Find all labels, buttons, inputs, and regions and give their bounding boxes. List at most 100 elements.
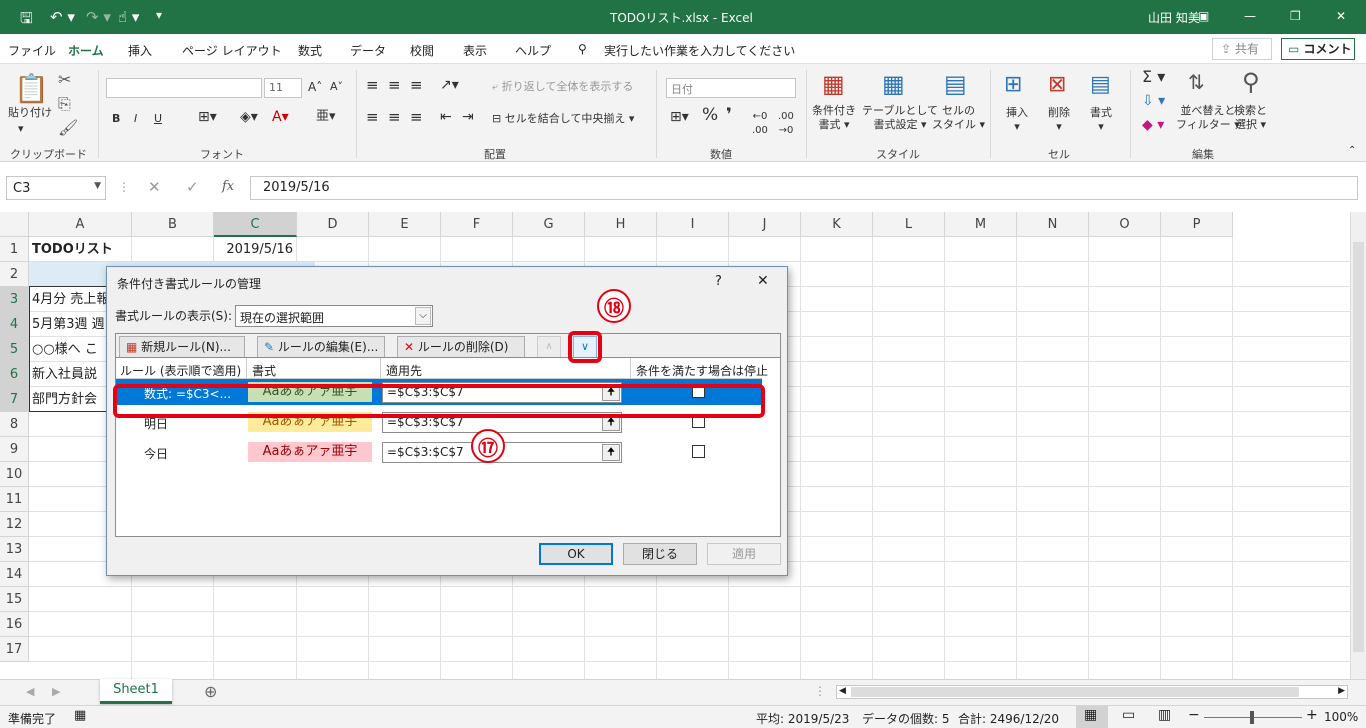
zoom-level[interactable]: 100% bbox=[1324, 710, 1358, 724]
tab-insert[interactable]: 挿入 bbox=[128, 42, 152, 59]
apply-button[interactable]: 適用 bbox=[707, 543, 781, 565]
insert-cells-button[interactable]: 挿入 ▾ bbox=[1006, 106, 1028, 134]
increase-indent-icon[interactable]: ⇥ bbox=[462, 110, 474, 124]
edit-rule-button[interactable]: ✎ ルールの編集(E)... bbox=[257, 336, 385, 358]
format-cells-button[interactable]: 書式 ▾ bbox=[1090, 106, 1112, 134]
column-header-j[interactable]: J bbox=[729, 212, 801, 237]
select-all-corner[interactable] bbox=[0, 212, 29, 237]
merge-center-button[interactable]: ⊟ セルを結合して中央揃え ▾ bbox=[492, 112, 634, 126]
tab-view[interactable]: 表示 bbox=[463, 42, 487, 59]
align-middle-icon[interactable]: ≡ bbox=[388, 78, 401, 93]
insert-cells-icon[interactable]: ⊞ bbox=[1004, 72, 1022, 97]
row-header-1[interactable]: 1 bbox=[0, 237, 29, 262]
format-as-table-button[interactable]: テーブルとして 書式設定 ▾ bbox=[862, 104, 938, 132]
align-right-icon[interactable]: ≡ bbox=[410, 110, 423, 125]
page-break-view-icon[interactable]: ▥ bbox=[1158, 707, 1171, 723]
align-bottom-icon[interactable]: ≡ bbox=[410, 78, 423, 93]
tab-help[interactable]: ヘルプ bbox=[515, 42, 551, 59]
name-box-dropdown-icon[interactable]: ▼ bbox=[94, 181, 101, 191]
cell-c1[interactable]: 2019/5/16 bbox=[214, 237, 293, 262]
row-header-9[interactable]: 9 bbox=[0, 437, 29, 462]
formula-input[interactable]: 2019/5/16 bbox=[250, 176, 1358, 200]
column-header-h[interactable]: H bbox=[585, 212, 657, 237]
fill-color-icon[interactable]: ◈▾ bbox=[240, 110, 258, 124]
ribbon-display-options-icon[interactable]: ▣ bbox=[1198, 9, 1209, 23]
move-up-button[interactable]: ∧ bbox=[537, 336, 561, 358]
row-header-6[interactable]: 6 bbox=[0, 362, 29, 387]
column-header-k[interactable]: K bbox=[801, 212, 873, 237]
column-header-l[interactable]: L bbox=[873, 212, 945, 237]
increase-font-icon[interactable]: A˄ bbox=[308, 80, 322, 94]
column-header-i[interactable]: I bbox=[657, 212, 729, 237]
new-rule-button[interactable]: ▦ 新規ルール(N)... bbox=[119, 336, 245, 358]
paste-dropdown-icon[interactable]: ▾ bbox=[18, 122, 24, 136]
row-header-5[interactable]: 5 bbox=[0, 337, 29, 362]
name-box[interactable]: C3 ▼ bbox=[6, 176, 106, 200]
cell-a1[interactable]: TODOリスト bbox=[29, 237, 149, 262]
comments-button[interactable]: ▭ コメント bbox=[1281, 38, 1355, 60]
save-icon[interactable]: 🖫 bbox=[20, 8, 33, 33]
rule-row[interactable]: 今日 Aaあぁアァ亜宇 =$C$3:$C$7 🠉 bbox=[116, 439, 762, 465]
dialog-help-button[interactable]: ? bbox=[715, 274, 722, 289]
delete-rule-button[interactable]: ✕ ルールの削除(D) bbox=[397, 336, 525, 358]
vertical-scrollbar[interactable] bbox=[1350, 212, 1366, 679]
comma-style-icon[interactable]: ❜ bbox=[726, 107, 732, 124]
range-select-icon[interactable]: 🠉 bbox=[602, 444, 620, 461]
format-painter-icon[interactable]: 🖌 bbox=[58, 118, 78, 137]
scroll-tabs-left-icon[interactable]: ◀ bbox=[26, 685, 34, 698]
restore-icon[interactable]: ❐ bbox=[1290, 9, 1301, 23]
scroll-tabs-right-icon[interactable]: ▶ bbox=[52, 685, 60, 698]
sheet-tab[interactable]: Sheet1 bbox=[100, 679, 172, 704]
tell-me-input[interactable]: 実行したい作業を入力してください bbox=[604, 42, 795, 59]
horizontal-scroll-thumb[interactable] bbox=[851, 687, 1299, 697]
customize-quick-access-icon[interactable]: ▾ bbox=[156, 8, 162, 22]
vertical-scroll-thumb[interactable] bbox=[1353, 242, 1364, 652]
phonetic-icon[interactable]: 亜▾ bbox=[316, 110, 336, 124]
collapse-ribbon-icon[interactable]: ⌃ bbox=[1348, 144, 1356, 158]
decrease-font-icon[interactable]: A˅ bbox=[330, 80, 343, 94]
underline-button[interactable]: U bbox=[154, 112, 162, 126]
zoom-in-icon[interactable]: + bbox=[1306, 707, 1318, 723]
bold-button[interactable]: B bbox=[112, 112, 120, 126]
tab-file[interactable]: ファイル bbox=[8, 42, 56, 59]
increase-decimal-icon[interactable]: ←0.00 bbox=[752, 110, 768, 138]
row-header-7[interactable]: 7 bbox=[0, 387, 29, 412]
orientation-icon[interactable]: ↗▾ bbox=[440, 78, 459, 92]
row-header-16[interactable]: 16 bbox=[0, 612, 29, 637]
new-sheet-icon[interactable]: ⊕ bbox=[204, 682, 217, 701]
horizontal-scrollbar[interactable]: ◀ ▶ bbox=[836, 685, 1348, 699]
cancel-icon[interactable]: ✕ bbox=[148, 178, 161, 196]
column-header-g[interactable]: G bbox=[513, 212, 585, 237]
normal-view-icon[interactable]: ▦ bbox=[1084, 707, 1097, 723]
delete-cells-icon[interactable]: ⊠ bbox=[1048, 72, 1066, 97]
wrap-text-button[interactable]: ⤶ 折り返して全体を表示する bbox=[492, 80, 633, 94]
decrease-decimal-icon[interactable]: .00 →0 bbox=[778, 110, 794, 138]
delete-cells-button[interactable]: 削除 ▾ bbox=[1048, 106, 1070, 134]
column-header-f[interactable]: F bbox=[441, 212, 513, 237]
column-header-m[interactable]: M bbox=[945, 212, 1017, 237]
accounting-format-icon[interactable]: ⊞▾ bbox=[670, 110, 689, 124]
font-name-combo[interactable] bbox=[106, 78, 262, 98]
tab-page-layout[interactable]: ページ レイアウト bbox=[182, 42, 282, 59]
page-layout-view-icon[interactable]: ▭ bbox=[1122, 707, 1135, 723]
borders-icon[interactable]: ⊞▾ bbox=[198, 110, 217, 124]
column-header-n[interactable]: N bbox=[1017, 212, 1089, 237]
align-top-icon[interactable]: ≡ bbox=[366, 78, 379, 93]
row-header-14[interactable]: 14 bbox=[0, 562, 29, 587]
fill-icon[interactable]: ⇩ ▾ bbox=[1142, 94, 1165, 108]
touch-mode-icon[interactable]: ☝ ▾ bbox=[118, 8, 139, 26]
align-center-icon[interactable]: ≡ bbox=[388, 110, 401, 125]
column-header-a[interactable]: A bbox=[29, 212, 132, 237]
column-header-b[interactable]: B bbox=[132, 212, 214, 237]
show-rules-dropdown-icon[interactable]: ⌵ bbox=[415, 307, 431, 325]
row-header-10[interactable]: 10 bbox=[0, 462, 29, 487]
copy-icon[interactable]: ⎘ bbox=[58, 94, 71, 114]
autosum-icon[interactable]: Σ ▾ bbox=[1142, 69, 1165, 85]
find-select-button[interactable]: 検索と 選択 ▾ bbox=[1234, 104, 1267, 132]
cut-icon[interactable]: ✂ bbox=[58, 70, 71, 89]
zoom-out-icon[interactable]: − bbox=[1188, 707, 1200, 723]
tab-home[interactable]: ホーム bbox=[68, 42, 104, 67]
close-button[interactable]: 閉じる bbox=[623, 543, 697, 565]
undo-icon[interactable]: ↶ ▾ bbox=[50, 8, 75, 26]
number-format-combo[interactable]: 日付 bbox=[666, 78, 796, 98]
